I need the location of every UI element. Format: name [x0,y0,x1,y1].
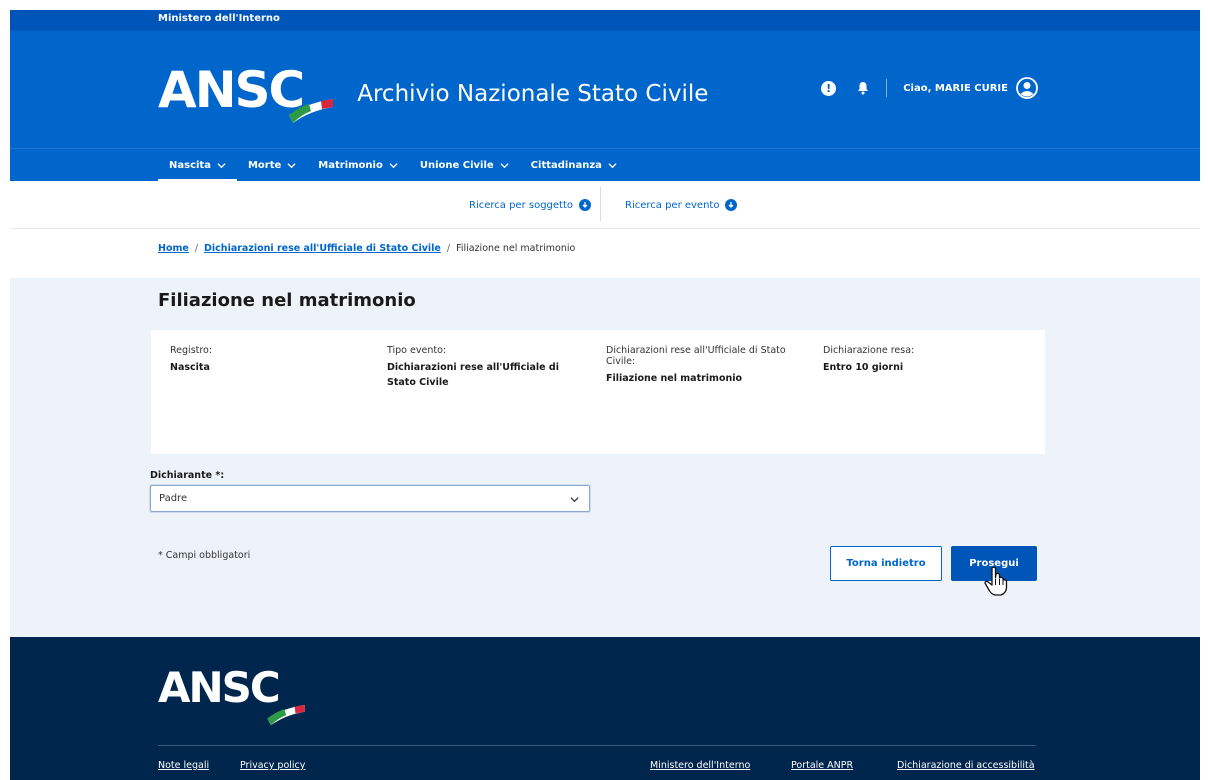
alert-icon[interactable]: ! [821,80,837,96]
nav-label: Morte [247,160,282,171]
search-by-event-label: Ricerca per evento [625,199,720,211]
footer-link-note-legali[interactable]: Note legali [158,760,209,771]
info-value: Entro 10 giorni [823,362,904,373]
breadcrumb-separator: / [446,243,451,254]
header-divider [886,79,888,97]
footer-link-ministero[interactable]: Ministero dell'Interno [650,760,750,771]
info-label: Dichiarazioni rese all'Ufficiale di Stat… [606,345,786,367]
footer-divider [158,745,1036,746]
nav-label: Nascita [169,160,211,171]
breadcrumb-home[interactable]: Home [158,243,189,254]
info-registro: Registro: Nascita [170,345,350,375]
search-subnav: Ricerca per soggetto Ricerca per evento [10,181,1200,229]
flag-swoosh-icon [289,99,334,123]
footer-link-accessibilita[interactable]: Dichiarazione di accessibilità [897,760,1035,771]
info-value: Filiazione nel matrimonio [606,373,743,384]
declarant-selected-value: Padre [159,493,188,504]
slim-header: Ministero dell'Interno [10,10,1200,31]
subnav-divider [600,187,601,221]
declarant-label: Dichiarante *: [150,470,225,481]
info-value: Nascita [170,362,210,373]
chevron-down-icon [570,497,579,503]
info-tipo-evento: Tipo evento: Dichiarazioni rese all'Uffi… [387,345,587,390]
info-dichiarazioni: Dichiarazioni rese all'Ufficiale di Stat… [606,345,816,386]
chevron-down-icon [217,163,226,169]
center-header: ANSC Archivio Nazionale Stato Civile ! C… [10,31,1200,148]
breadcrumb-current: Filiazione nel matrimonio [456,243,576,254]
nav-item-unione-civile[interactable]: Unione Civile [409,149,520,182]
bell-icon[interactable] [856,81,870,95]
required-fields-note: * Campi obbligatori [158,550,251,561]
chevron-down-icon [389,163,398,169]
info-label: Registro: [170,345,213,356]
chevron-down-icon [500,163,509,169]
nav-item-morte[interactable]: Morte [237,149,307,182]
nav-item-matrimonio[interactable]: Matrimonio [307,149,409,182]
chevron-down-icon [608,163,617,169]
footer-logo-text: ANSC [158,663,281,712]
info-label: Tipo evento: [387,345,447,356]
user-icon[interactable] [1016,77,1038,99]
search-by-subject-label: Ricerca per soggetto [469,199,573,211]
breadcrumb-section[interactable]: Dichiarazioni rese all'Ufficiale di Stat… [204,243,441,254]
nav-label: Matrimonio [318,160,383,171]
declarant-select[interactable]: Padre [150,485,590,512]
info-value: Dichiarazioni rese all'Ufficiale di Stat… [387,362,559,389]
search-by-subject-link[interactable]: Ricerca per soggetto [469,199,591,211]
brand[interactable]: ANSC Archivio Nazionale Stato Civile [158,55,708,125]
user-greeting[interactable]: Ciao, MARIE CURIE [903,83,1008,94]
arrow-down-circle-icon [725,199,738,211]
footer-logo[interactable]: ANSC [158,667,309,727]
arrow-down-circle-icon [579,199,591,211]
footer: ANSC Note legali Privacy policy Minister… [10,637,1200,780]
info-dichiarazione-resa: Dichiarazione resa: Entro 10 giorni [823,345,1023,375]
back-button[interactable]: Torna indietro [830,546,942,581]
page-frame: Ministero dell'Interno ANSC Archivio Naz… [10,10,1200,780]
nav-item-nascita[interactable]: Nascita [158,149,237,182]
search-by-event-link[interactable]: Ricerca per evento [625,199,738,211]
footer-link-privacy[interactable]: Privacy policy [240,760,305,771]
main-nav: Nascita Morte Matrimonio Unione Civile C… [10,148,1200,182]
breadcrumb: Home / Dichiarazioni rese all'Ufficiale … [158,243,575,254]
chevron-down-icon [287,163,296,169]
site-title: Archivio Nazionale Stato Civile [357,81,709,107]
info-label: Dichiarazione resa: [823,345,915,356]
breadcrumb-separator: / [194,243,199,254]
header-tools: ! Ciao, MARIE CURIE [821,77,1038,99]
ministry-label[interactable]: Ministero dell'Interno [158,13,280,24]
event-summary-card: Registro: Nascita Tipo evento: Dichiaraz… [151,330,1045,454]
main-content: Filiazione nel matrimonio Registro: Nasc… [10,278,1200,637]
footer-link-anpr[interactable]: Portale ANPR [791,760,853,771]
nav-label: Unione Civile [419,160,494,171]
nav-label: Cittadinanza [530,160,602,171]
flag-swoosh-icon [267,704,305,726]
nav-item-cittadinanza[interactable]: Cittadinanza [520,149,628,182]
logo-text: ANSC [158,61,305,119]
hand-cursor-icon [984,566,1008,596]
page-title: Filiazione nel matrimonio [158,290,416,311]
